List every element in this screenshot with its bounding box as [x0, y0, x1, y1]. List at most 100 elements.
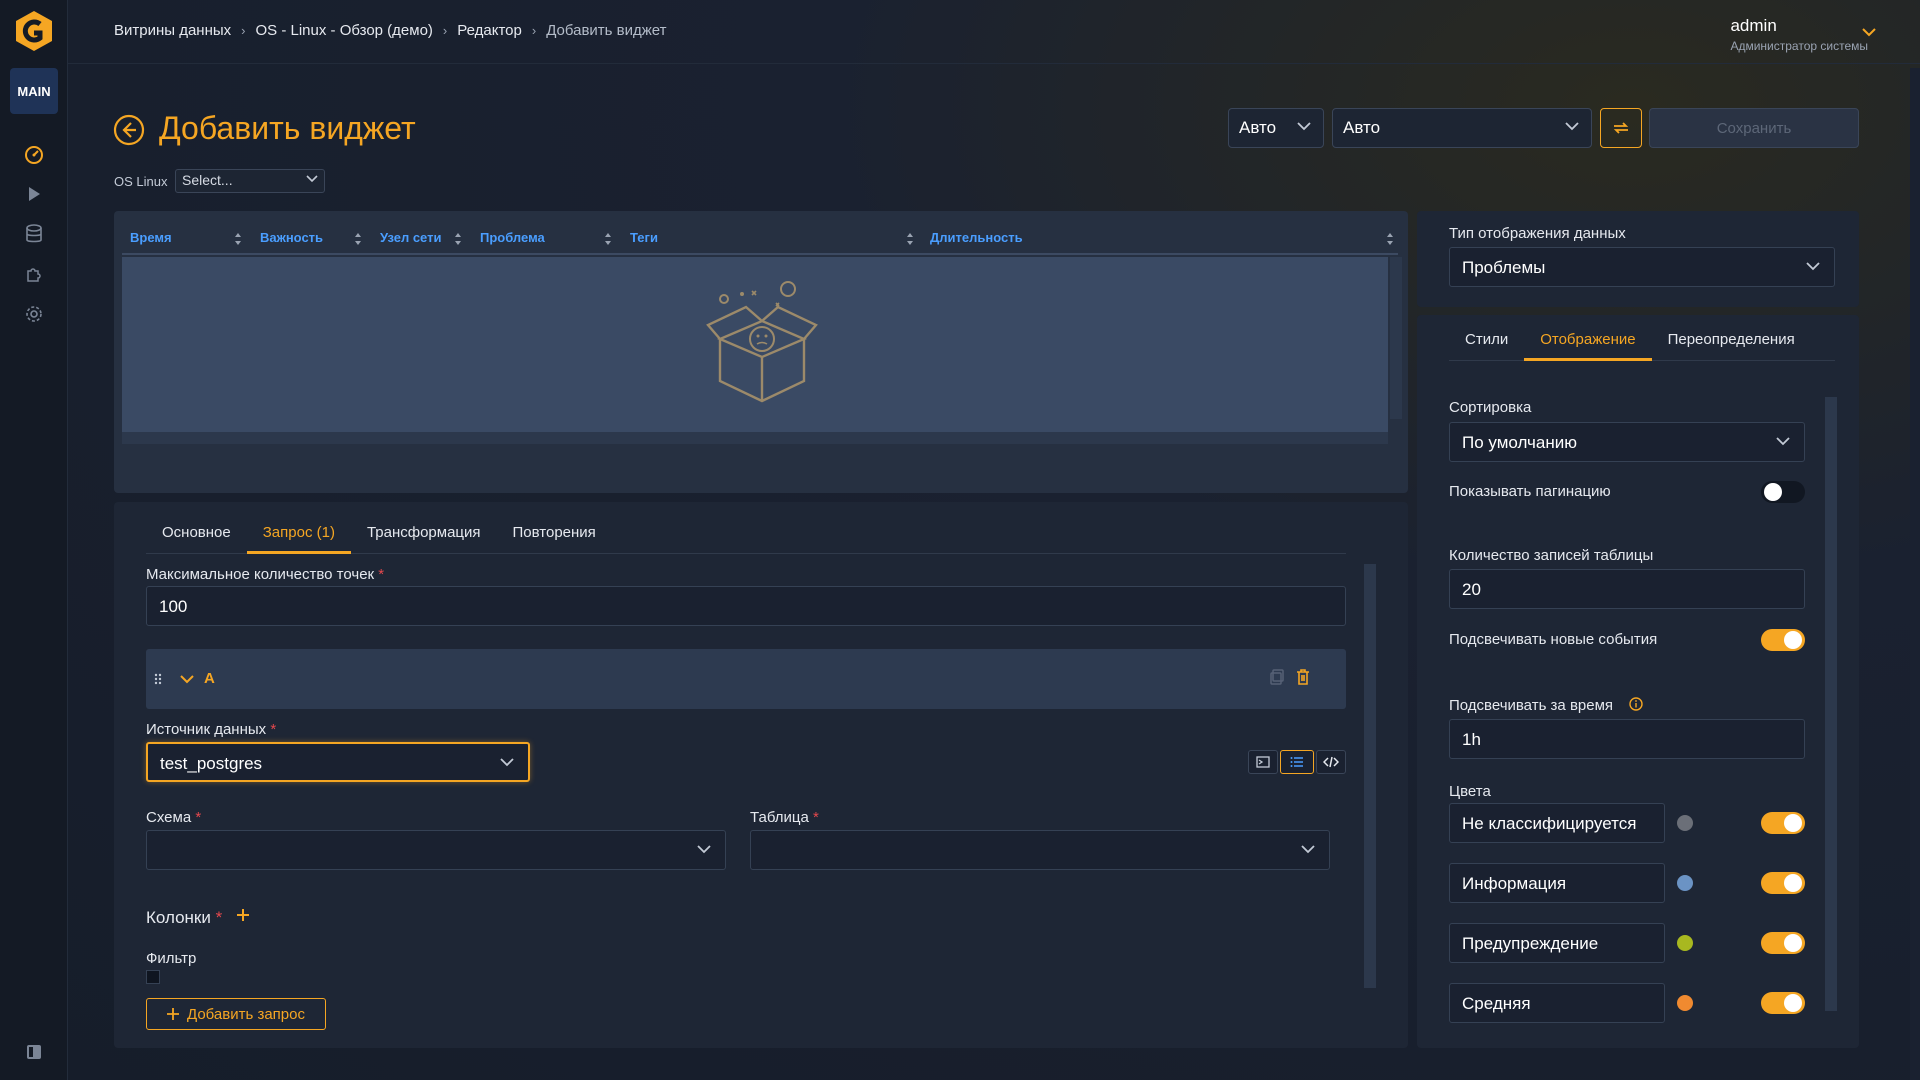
column-header[interactable]: Важность: [260, 230, 323, 245]
breadcrumb: Витрины данных › OS - Linux - Обзор (дем…: [114, 22, 667, 39]
info-icon[interactable]: [1629, 697, 1643, 711]
tab-styles[interactable]: Стили: [1449, 319, 1524, 360]
column-header[interactable]: Длительность: [930, 230, 1023, 245]
options-scrollbar[interactable]: [1825, 397, 1837, 1011]
color-toggle[interactable]: [1761, 932, 1805, 954]
color-swatch[interactable]: [1677, 935, 1693, 951]
filter-checkbox[interactable]: [146, 970, 160, 984]
schema-label: Схема *: [146, 809, 201, 826]
color-swatch[interactable]: [1677, 815, 1693, 831]
variable-label: OS Linux: [114, 174, 168, 189]
tab-overrides[interactable]: Переопределения: [1652, 319, 1811, 360]
save-button[interactable]: Сохранить: [1649, 108, 1859, 148]
color-name-field[interactable]: Не классифицируется: [1449, 803, 1665, 843]
page-scrollbar[interactable]: [1910, 68, 1920, 1080]
rows-label: Количество записей таблицы: [1449, 547, 1654, 564]
table-horizontal-scrollbar[interactable]: [122, 432, 1388, 444]
sort-icon[interactable]: [454, 232, 462, 246]
tab-display[interactable]: Отображение: [1524, 319, 1652, 361]
color-name-field[interactable]: Средняя: [1449, 983, 1665, 1023]
highlight-toggle[interactable]: [1761, 629, 1805, 651]
color-name-field[interactable]: Информация: [1449, 863, 1665, 903]
breadcrumb-current: Добавить виджет: [546, 22, 667, 39]
datasource-select[interactable]: test_postgres: [146, 742, 530, 782]
page-title: Добавить виджет: [159, 110, 416, 146]
play-icon[interactable]: [22, 182, 46, 206]
add-query-button[interactable]: Добавить запрос: [146, 998, 326, 1030]
display-type-panel: Тип отображения данных Проблемы: [1417, 211, 1859, 307]
user-role: Администратор системы: [1730, 39, 1868, 53]
puzzle-icon[interactable]: [22, 262, 46, 286]
toggle-knob: [1784, 934, 1802, 952]
tab-basic[interactable]: Основное: [146, 512, 247, 553]
sql-mode-button[interactable]: [1248, 750, 1278, 774]
gear-icon[interactable]: [22, 302, 46, 326]
drag-handle-icon[interactable]: [154, 673, 162, 685]
main-badge[interactable]: MAIN: [10, 68, 58, 114]
refresh-interval-select[interactable]: Авто: [1332, 108, 1592, 148]
toggle-knob: [1784, 814, 1802, 832]
rows-input[interactable]: 20: [1449, 569, 1805, 609]
highlight-time-input[interactable]: 1h: [1449, 719, 1805, 759]
column-header[interactable]: Проблема: [480, 230, 545, 245]
breadcrumb-item[interactable]: Редактор: [457, 22, 522, 39]
sort-select[interactable]: По умолчанию: [1449, 422, 1805, 462]
dashboard-icon[interactable]: [22, 143, 46, 167]
trash-icon[interactable]: [1296, 669, 1310, 685]
panel-toggle-icon[interactable]: [26, 1044, 42, 1060]
chevron-down-icon: [697, 845, 711, 854]
user-name: admin: [1730, 16, 1777, 35]
sort-icon[interactable]: [604, 232, 612, 246]
max-points-input[interactable]: 100: [146, 586, 1346, 626]
sort-icon[interactable]: [906, 232, 914, 246]
tab-repeats[interactable]: Повторения: [497, 512, 612, 553]
table-label: Таблица *: [750, 809, 819, 826]
color-swatch[interactable]: [1677, 875, 1693, 891]
breadcrumb-item[interactable]: Витрины данных: [114, 22, 231, 39]
column-header[interactable]: Узел сети: [380, 230, 441, 245]
chevron-down-icon[interactable]: [180, 675, 194, 684]
refresh-button[interactable]: [1600, 108, 1642, 148]
pagination-toggle[interactable]: [1761, 481, 1805, 503]
schema-select[interactable]: [146, 830, 726, 870]
display-type-label: Тип отображения данных: [1449, 225, 1626, 242]
table-body: [122, 257, 1402, 444]
max-points-value: 100: [159, 597, 188, 616]
logo-icon[interactable]: [13, 10, 55, 52]
chevron-down-icon: [500, 758, 514, 767]
chevron-down-icon[interactable]: [1862, 28, 1876, 37]
sort-icon[interactable]: [1386, 232, 1394, 246]
sort-icon[interactable]: [354, 232, 362, 246]
column-header[interactable]: Время: [130, 230, 172, 245]
chevron-down-icon: [1301, 845, 1315, 854]
max-points-label: Максимальное количество точек *: [146, 566, 384, 583]
variable-value: Select...: [182, 172, 233, 188]
tab-transformation[interactable]: Трансформация: [351, 512, 497, 553]
add-column-icon[interactable]: [236, 908, 250, 922]
table-vertical-scrollbar[interactable]: [1390, 257, 1402, 419]
color-toggle[interactable]: [1761, 872, 1805, 894]
color-toggle[interactable]: [1761, 992, 1805, 1014]
display-type-select[interactable]: Проблемы: [1449, 247, 1835, 287]
builder-mode-button[interactable]: [1280, 750, 1314, 774]
back-arrow-icon[interactable]: [113, 114, 145, 146]
copy-icon[interactable]: [1270, 669, 1284, 685]
topbar: Витрины данных › OS - Linux - Обзор (дем…: [68, 0, 1920, 64]
color-toggle[interactable]: [1761, 812, 1805, 834]
variable-select[interactable]: Select...: [175, 169, 325, 193]
column-header[interactable]: Теги: [630, 230, 658, 245]
breadcrumb-item[interactable]: OS - Linux - Обзор (демо): [256, 22, 433, 39]
sort-icon[interactable]: [234, 232, 242, 246]
user-menu[interactable]: admin Администратор системы: [1730, 16, 1868, 53]
code-mode-button[interactable]: [1316, 750, 1346, 774]
interval-select[interactable]: Авто: [1228, 108, 1324, 148]
table-select[interactable]: [750, 830, 1330, 870]
interval-value: Авто: [1239, 118, 1277, 137]
refresh-icon: [1613, 122, 1629, 134]
tab-query[interactable]: Запрос (1): [246, 512, 352, 554]
database-icon[interactable]: [22, 222, 46, 246]
color-swatch[interactable]: [1677, 995, 1693, 1011]
chevron-down-icon: [1806, 262, 1820, 271]
color-name-field[interactable]: Предупреждение: [1449, 923, 1665, 963]
query-scrollbar[interactable]: [1364, 564, 1376, 988]
